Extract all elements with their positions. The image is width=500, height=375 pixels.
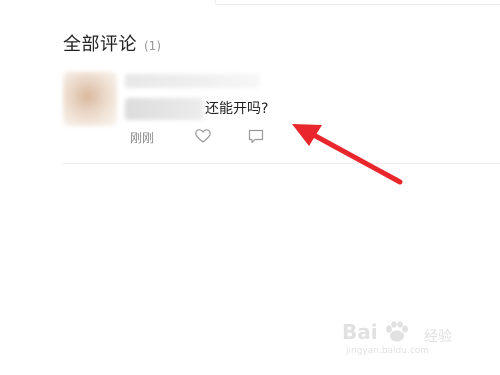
comment-time: 刚刚 (130, 131, 155, 145)
comment-bubble-icon[interactable] (248, 129, 264, 144)
avatar[interactable] (63, 72, 117, 126)
comment-redacted (125, 98, 203, 120)
heart-outline-icon[interactable] (195, 129, 211, 143)
comment-meta: 刚刚 (130, 128, 270, 146)
comment-text: 还能开吗? (205, 101, 269, 117)
watermark-sub: 经验 (424, 329, 452, 345)
watermark-url: jingyan.baidu.com (346, 346, 430, 356)
username-redacted (125, 74, 260, 88)
comments-page: 全部评论 (1) 还能开吗? 刚刚 Bai 经验 jingyan.baidu.c… (0, 0, 500, 375)
baidu-jingyan-watermark: Bai 经验 jingyan.baidu.com (342, 320, 482, 360)
red-arrow-annotation (292, 124, 403, 185)
comment-divider (63, 163, 500, 164)
comments-header: 全部评论 (1) (63, 30, 161, 56)
input-box-edge (215, 0, 500, 5)
comments-count: (1) (144, 39, 161, 53)
watermark-brand: Bai (342, 320, 378, 344)
comments-title: 全部评论 (63, 34, 137, 55)
comment-body: 还能开吗? (125, 98, 268, 120)
paw-logo-icon (386, 321, 408, 342)
